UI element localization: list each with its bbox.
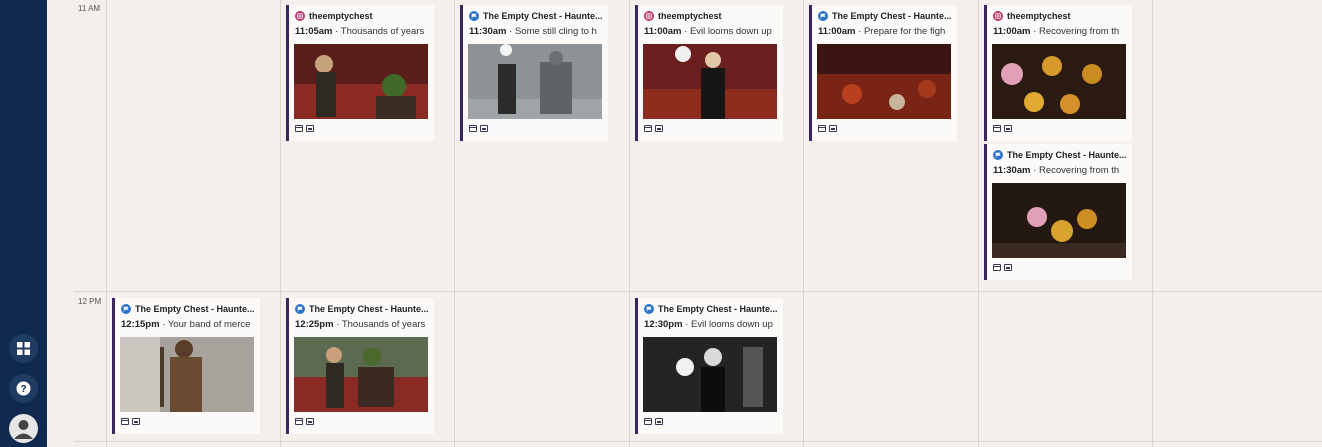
time-label-11am: 11 AM: [78, 4, 101, 13]
day-divider: [454, 0, 455, 447]
scheduled-post-card[interactable]: The Empty Chest - Haunte... 11:30am · Re…: [984, 144, 1132, 280]
post-thumbnail-image: [817, 44, 951, 119]
calendar-week-grid: 11 AM 12 PM theemptychest 11:05am · Thou…: [74, 0, 1322, 447]
post-time: 11:30am: [469, 26, 507, 37]
calendar-icon: [993, 125, 1001, 132]
post-time: 11:00am: [993, 26, 1031, 37]
post-text: · Evil looms down up: [682, 319, 773, 330]
post-account: theemptychest: [658, 11, 722, 21]
image-icon: [480, 125, 488, 132]
flag-icon: [818, 11, 828, 21]
grid-icon[interactable]: [9, 334, 38, 363]
post-text: · Evil looms down up: [681, 26, 772, 37]
scheduled-post-card[interactable]: The Empty Chest - Haunte... 12:30pm · Ev…: [635, 298, 783, 434]
post-account: The Empty Chest - Haunte...: [1007, 150, 1127, 160]
calendar-icon: [295, 125, 303, 132]
post-account: The Empty Chest - Haunte...: [309, 304, 429, 314]
image-icon: [655, 125, 663, 132]
post-thumbnail-image: [992, 183, 1126, 258]
post-account: The Empty Chest - Haunte...: [135, 304, 255, 314]
post-thumbnail-image: [643, 337, 777, 412]
scheduled-post-card[interactable]: theemptychest 11:00am · Recovering from …: [984, 5, 1132, 141]
time-label-12pm: 12 PM: [78, 297, 102, 306]
scheduled-post-card[interactable]: theemptychest 11:00am · Evil looms down …: [635, 5, 783, 141]
post-thumbnail-image: [468, 44, 602, 119]
post-time: 11:00am: [818, 26, 856, 37]
post-time: 12:15pm: [121, 319, 160, 330]
post-thumbnail-image: [294, 337, 428, 412]
post-account: The Empty Chest - Haunte...: [658, 304, 778, 314]
post-text: · Your band of merce: [159, 319, 251, 330]
post-account: theemptychest: [1007, 11, 1071, 21]
day-divider: [106, 0, 107, 447]
post-thumbnail-image: [294, 44, 428, 119]
post-thumbnail-image: [120, 337, 254, 412]
post-account: The Empty Chest - Haunte...: [483, 11, 603, 21]
image-icon: [306, 418, 314, 425]
calendar-icon: [121, 418, 129, 425]
post-text: · Thousands of years: [333, 319, 426, 330]
day-divider: [629, 0, 630, 447]
post-text: · Recovering from th: [1030, 165, 1120, 176]
instagram-icon: [295, 11, 305, 21]
day-divider: [803, 0, 804, 447]
image-icon: [1004, 125, 1012, 132]
post-thumbnail-image: [643, 44, 777, 119]
post-thumbnail-image: [992, 44, 1126, 119]
post-time: 12:25pm: [295, 319, 334, 330]
image-icon: [132, 418, 140, 425]
day-divider: [280, 0, 281, 447]
day-divider: [1152, 0, 1153, 447]
image-icon: [1004, 264, 1012, 271]
sidebar: ?: [0, 0, 47, 447]
scheduled-post-card[interactable]: theemptychest 11:05am · Thousands of yea…: [286, 5, 434, 141]
svg-text:?: ?: [20, 384, 26, 395]
post-time: 11:05am: [295, 26, 333, 37]
help-icon[interactable]: ?: [9, 374, 38, 403]
post-account: The Empty Chest - Haunte...: [832, 11, 952, 21]
flag-icon: [993, 150, 1003, 160]
image-icon: [655, 418, 663, 425]
scheduled-post-card[interactable]: The Empty Chest - Haunte... 11:00am · Pr…: [809, 5, 957, 141]
flag-icon: [295, 304, 305, 314]
post-text: · Recovering from th: [1030, 26, 1120, 37]
calendar-icon: [469, 125, 477, 132]
flag-icon: [469, 11, 479, 21]
calendar-icon: [644, 418, 652, 425]
instagram-icon: [644, 11, 654, 21]
scheduled-post-card[interactable]: The Empty Chest - Haunte... 12:15pm · Yo…: [112, 298, 260, 434]
post-text: · Some still cling to h: [506, 26, 597, 37]
image-icon: [829, 125, 837, 132]
calendar-icon: [993, 264, 1001, 271]
post-account: theemptychest: [309, 11, 373, 21]
image-icon: [306, 125, 314, 132]
scheduled-post-card[interactable]: The Empty Chest - Haunte... 12:25pm · Th…: [286, 298, 434, 434]
calendar-icon: [644, 125, 652, 132]
post-time: 11:00am: [644, 26, 682, 37]
flag-icon: [121, 304, 131, 314]
flag-icon: [644, 304, 654, 314]
scheduled-post-card[interactable]: The Empty Chest - Haunte... 11:30am · So…: [460, 5, 608, 141]
post-text: · Prepare for the figh: [855, 26, 946, 37]
day-divider: [978, 0, 979, 447]
post-time: 11:30am: [993, 165, 1031, 176]
left-gutter: [47, 0, 74, 447]
post-text: · Thousands of years: [332, 26, 425, 37]
hour-divider: [74, 441, 1322, 442]
user-avatar-icon[interactable]: [9, 414, 38, 443]
post-time: 12:30pm: [644, 319, 683, 330]
calendar-icon: [818, 125, 826, 132]
hour-divider: [74, 291, 1322, 292]
calendar-icon: [295, 418, 303, 425]
instagram-icon: [993, 11, 1003, 21]
